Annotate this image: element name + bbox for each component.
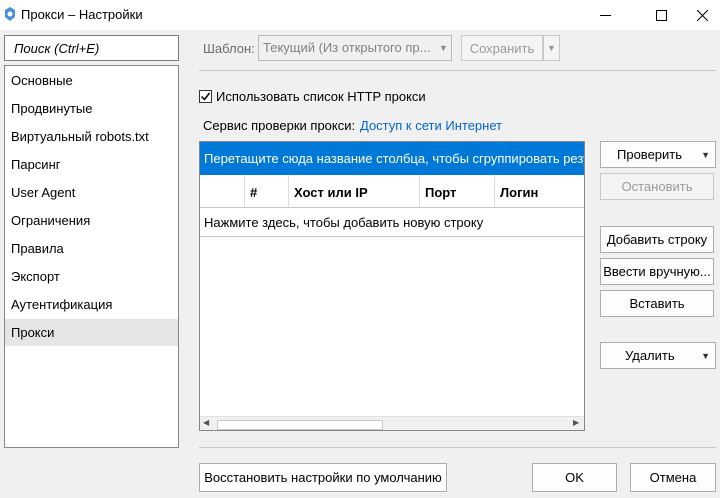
check-service-label: Сервис проверки прокси: xyxy=(203,118,356,133)
restore-defaults-button[interactable]: Восстановить настройки по умолчанию xyxy=(199,463,447,492)
sidebar-item-basic[interactable]: Основные xyxy=(5,67,178,94)
group-by-panel[interactable]: Перетащите сюда название столбца, чтобы … xyxy=(200,142,584,175)
sidebar-item-advanced[interactable]: Продвинутые xyxy=(5,95,178,122)
chevron-down-icon: ▼ xyxy=(701,150,710,160)
proxy-grid: Перетащите сюда название столбца, чтобы … xyxy=(199,141,585,431)
title-bar: Прокси – Настройки xyxy=(0,0,720,30)
chevron-down-icon: ▼ xyxy=(701,351,710,361)
new-row-placeholder[interactable]: Нажмите здесь, чтобы добавить новую стро… xyxy=(200,208,584,237)
app-spider-icon xyxy=(5,7,15,21)
divider xyxy=(199,70,716,71)
window-title: Прокси – Настройки xyxy=(21,7,143,22)
check-button[interactable]: Проверить ▼ xyxy=(600,141,716,168)
sidebar-item-limits[interactable]: Ограничения xyxy=(5,207,178,234)
delete-button[interactable]: Удалить ▼ xyxy=(600,342,716,369)
close-icon xyxy=(696,9,708,21)
column-header-number[interactable]: # xyxy=(245,175,289,208)
use-proxy-list-label[interactable]: Использовать список HTTP прокси xyxy=(216,89,426,104)
save-template-button[interactable]: Сохранить xyxy=(461,35,543,61)
save-template-dropdown-button[interactable]: ▼ xyxy=(543,35,560,61)
search-input[interactable]: Поиск (Ctrl+E) xyxy=(4,35,179,61)
template-select[interactable]: Текущий (Из открытого пр... xyxy=(258,35,452,61)
column-header-host[interactable]: Хост или IP xyxy=(289,175,420,208)
scroll-left-icon[interactable]: ◀ xyxy=(203,418,209,427)
column-header-port[interactable]: Порт xyxy=(420,175,495,208)
maximize-icon xyxy=(655,9,667,21)
sidebar-item-user-agent[interactable]: User Agent xyxy=(5,179,178,206)
minimize-icon xyxy=(599,14,611,16)
minimize-button[interactable] xyxy=(582,0,628,30)
sidebar-item-authentication[interactable]: Аутентификация xyxy=(5,291,178,318)
chevron-down-icon: ▼ xyxy=(547,43,556,53)
scrollbar-thumb[interactable] xyxy=(217,420,383,430)
sidebar-item-rules[interactable]: Правила xyxy=(5,235,178,262)
scroll-right-icon[interactable]: ▶ xyxy=(573,418,579,427)
close-button[interactable] xyxy=(684,0,720,30)
ok-button[interactable]: OK xyxy=(532,463,617,492)
maximize-button[interactable] xyxy=(638,0,684,30)
paste-button[interactable]: Вставить xyxy=(600,290,714,317)
checkmark-icon xyxy=(200,92,211,101)
column-header-login[interactable]: Логин xyxy=(495,175,584,208)
check-button-label: Проверить xyxy=(617,147,683,162)
settings-nav: Основные Продвинутые Виртуальный robots.… xyxy=(4,65,179,448)
row-indicator-header xyxy=(200,175,245,208)
horizontal-scrollbar[interactable]: ◀ ▶ xyxy=(200,416,584,430)
enter-manually-button[interactable]: Ввести вручную... xyxy=(600,258,714,285)
add-row-button[interactable]: Добавить строку xyxy=(600,226,714,253)
sidebar-item-parsing[interactable]: Парсинг xyxy=(5,151,178,178)
use-proxy-list-checkbox[interactable] xyxy=(199,90,212,103)
check-service-link[interactable]: Доступ к сети Интернет xyxy=(360,118,502,133)
cancel-button[interactable]: Отмена xyxy=(630,463,716,492)
divider xyxy=(199,447,716,448)
sidebar-item-proxy[interactable]: Прокси xyxy=(5,319,178,346)
template-dropdown-icon: ▼ xyxy=(439,43,448,53)
template-label: Шаблон: xyxy=(203,41,255,56)
sidebar-item-export[interactable]: Экспорт xyxy=(5,263,178,290)
sidebar-item-virtual-robots[interactable]: Виртуальный robots.txt xyxy=(5,123,178,150)
stop-button[interactable]: Остановить xyxy=(600,173,714,200)
delete-button-label: Удалить xyxy=(625,348,675,363)
template-select-value: Текущий (Из открытого пр... xyxy=(263,40,431,55)
